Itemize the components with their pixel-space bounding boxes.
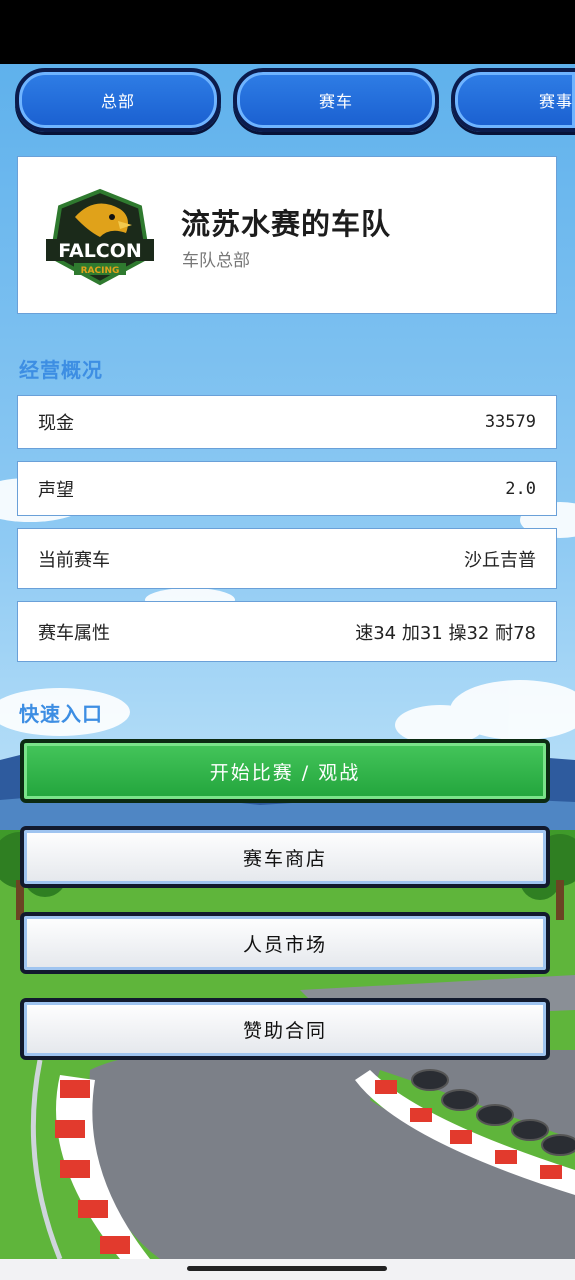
logo-subtext: RACING (81, 266, 120, 276)
stat-value: 沙丘吉普 (464, 549, 536, 571)
home-gesture-bar[interactable] (187, 1266, 387, 1271)
tab-events[interactable]: 赛事 (451, 68, 575, 132)
stat-label: 赛车属性 (38, 622, 110, 644)
stat-value: 速34 加31 操32 耐78 (355, 622, 536, 644)
staff-market-button[interactable]: 人员市场 (20, 912, 550, 974)
tab-cars[interactable]: 赛车 (233, 68, 439, 132)
stat-value: 2.0 (505, 478, 536, 499)
status-bar (0, 0, 575, 64)
tab-label: 赛车 (318, 92, 353, 111)
falcon-racing-logo: FALCON RACING (46, 188, 154, 286)
logo-text: FALCON (58, 240, 142, 262)
button-label: 人员市场 (242, 933, 327, 956)
start-race-button[interactable]: 开始比赛 / 观战 (20, 739, 550, 803)
button-label: 赛车商店 (242, 847, 327, 870)
car-shop-button[interactable]: 赛车商店 (20, 826, 550, 888)
stat-row-reputation: 声望 2.0 (17, 461, 557, 516)
stat-label: 声望 (38, 479, 74, 501)
tab-label: 赛事 (538, 92, 573, 111)
stat-row-car-attributes: 赛车属性 速34 加31 操32 耐78 (17, 601, 557, 662)
team-card: FALCON RACING 流苏水赛的车队 车队总部 (17, 156, 557, 314)
stat-row-current-car: 当前赛车 沙丘吉普 (17, 528, 557, 589)
team-name: 流苏水赛的车队 (181, 207, 392, 241)
stat-value: 33579 (484, 412, 536, 432)
sponsor-contract-button[interactable]: 赞助合同 (20, 998, 550, 1060)
button-label: 赞助合同 (242, 1019, 327, 1042)
tab-label: 总部 (100, 92, 135, 111)
tab-headquarters[interactable]: 总部 (15, 68, 221, 132)
button-label: 开始比赛 / 观战 (209, 761, 361, 784)
stat-label: 当前赛车 (38, 549, 110, 571)
section-title-quick-entry: 快速入口 (19, 702, 103, 726)
section-title-overview: 经营概况 (19, 358, 103, 382)
stat-label: 现金 (38, 413, 74, 434)
stat-row-cash: 现金 33579 (17, 395, 557, 449)
team-subtitle: 车队总部 (182, 251, 250, 271)
